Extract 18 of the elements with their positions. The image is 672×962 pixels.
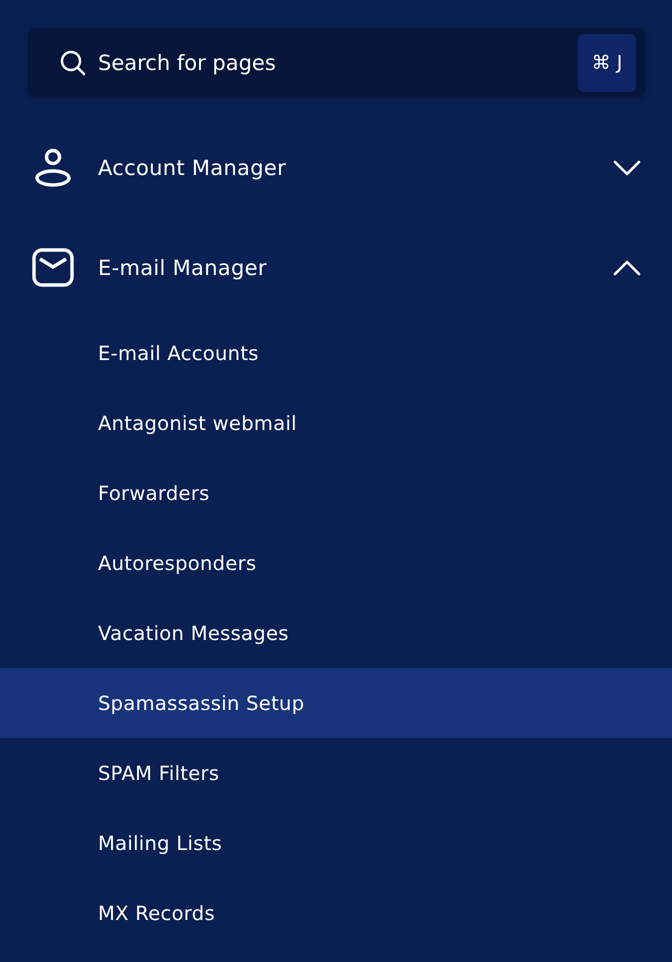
menu-item[interactable]: Spamassassin Setup xyxy=(0,668,672,738)
menu-item[interactable]: Autoresponders xyxy=(0,528,672,598)
menu-item[interactable]: MX Records xyxy=(0,878,672,948)
menu-item[interactable]: Antagonist webmail xyxy=(0,388,672,458)
search-bar[interactable]: Search for pages ⌘ J xyxy=(28,28,645,97)
menu-item[interactable]: Mailing Lists xyxy=(0,808,672,878)
mail-icon xyxy=(32,247,74,289)
search-icon xyxy=(60,50,86,76)
chevron-up-icon xyxy=(612,258,642,278)
menu-item[interactable]: E-mail Accounts xyxy=(0,318,672,388)
search-field[interactable]: Search for pages xyxy=(98,50,566,74)
menu-item[interactable]: Vacation Messages xyxy=(0,598,672,668)
chevron-down-icon xyxy=(612,158,642,178)
section-header[interactable]: Account Manager xyxy=(0,118,672,218)
menu-item[interactable]: Forwarders xyxy=(0,458,672,528)
menu-item[interactable]: SPAM Filters xyxy=(0,738,672,808)
shortcut-key: ⌘ J xyxy=(578,34,636,92)
section-header[interactable]: E-mail Manager xyxy=(0,218,672,318)
